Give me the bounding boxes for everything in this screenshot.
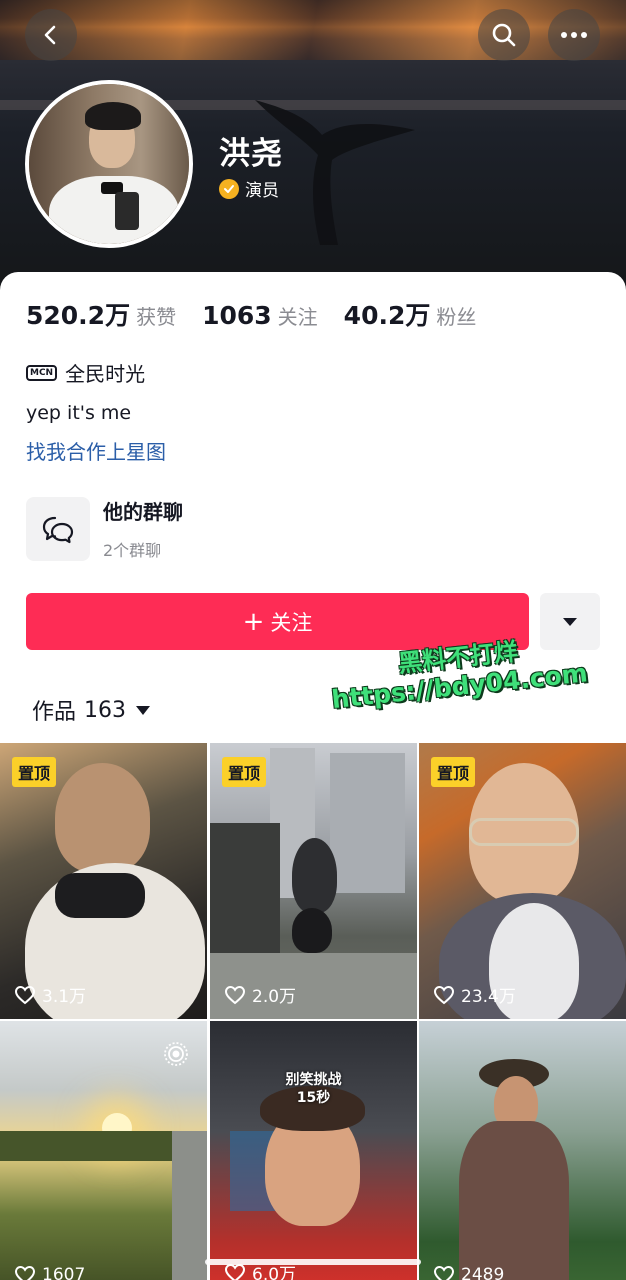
more-button[interactable] [548,9,600,61]
likes-count: 23.4万 [461,987,516,1007]
back-button[interactable] [25,9,77,61]
follow-button-label: 关注 [270,610,313,635]
heart-icon [14,985,36,1004]
video-thumbnail[interactable]: 2489 [419,1021,626,1280]
video-likes: 1607 [14,1265,85,1280]
stat-label: 粉丝 [436,305,477,329]
plus-icon: + [242,606,265,637]
video-likes: 3.1万 [14,982,86,1007]
video-likes: 23.4万 [433,982,516,1007]
bio-text: yep it's me [26,402,132,424]
heart-icon [433,985,455,1004]
verification-row[interactable]: 演员 [219,176,279,201]
video-thumbnail[interactable]: 1607 [0,1021,207,1280]
home-indicator[interactable] [205,1259,421,1265]
stat-label: 获赞 [136,305,177,329]
pinned-badge: 置顶 [431,757,476,787]
group-chat-entry[interactable]: 他的群聊 2个群聊 [26,496,183,561]
heart-icon [14,1265,36,1280]
likes-count: 2489 [461,1265,505,1280]
verification-label: 演员 [245,181,279,201]
group-chat-subtitle: 2个群聊 [103,541,162,560]
stats-row: 520.2万 获赞 1063 关注 40.2万 粉丝 [26,296,502,332]
video-caption-line-1: 别笑挑战 [285,1072,342,1088]
mcn-name: 全民时光 [65,362,146,386]
group-chat-title: 他的群聊 [103,500,183,524]
video-likes: 2.0万 [224,982,296,1007]
mcn-icon: MCN [26,364,58,381]
works-tab[interactable]: 作品 163 [32,694,151,726]
mcn-row[interactable]: MCN 全民时光 [26,358,145,387]
likes-count: 1607 [42,1265,86,1280]
heart-icon [224,1263,246,1280]
verified-badge-icon [219,178,239,199]
stat-followers[interactable]: 40.2万 粉丝 [344,296,477,332]
chat-bubbles-icon [42,516,74,543]
stat-following[interactable]: 1063 关注 [202,301,318,330]
chevron-left-icon [44,25,56,45]
video-thumbnail[interactable]: 置顶 2.0万 [210,743,417,1019]
heart-icon [224,985,246,1004]
stat-likes[interactable]: 520.2万 获赞 [26,296,176,332]
video-caption-line-2: 15秒 [296,1090,331,1106]
video-likes: 2489 [433,1265,504,1280]
heart-icon [433,1265,455,1280]
works-count: 163 [84,697,127,723]
video-thumbnail[interactable]: 别笑挑战 15秒 6.0万 [210,1021,417,1280]
group-chat-icon-box [26,496,90,561]
caret-down-icon [136,705,151,715]
stat-value: 1063 [202,301,272,330]
bio-link[interactable]: 找我合作上星图 [26,436,166,465]
video-thumbnail[interactable]: 置顶 3.1万 [0,743,207,1019]
works-label: 作品 [32,700,77,725]
live-photo-icon [164,1042,188,1066]
stat-label: 关注 [277,305,318,329]
stat-value: 520.2万 [26,301,131,330]
likes-count: 2.0万 [252,987,297,1007]
video-thumbnail[interactable]: 置顶 23.4万 [419,743,626,1019]
pinned-badge: 置顶 [12,757,57,787]
likes-count: 3.1万 [42,987,87,1007]
stat-value: 40.2万 [343,301,431,330]
avatar[interactable] [25,80,193,248]
pinned-badge: 置顶 [222,757,267,787]
search-button[interactable] [478,9,530,61]
search-icon [492,23,516,47]
video-grid: 置顶 3.1万 置顶 2.0万 置顶 23.4万 1607 别笑挑战 15秒 6… [0,743,626,1280]
sunset-clouds [0,0,626,60]
more-horizontal-icon [561,32,587,38]
profile-name: 洪尧 [219,136,283,172]
